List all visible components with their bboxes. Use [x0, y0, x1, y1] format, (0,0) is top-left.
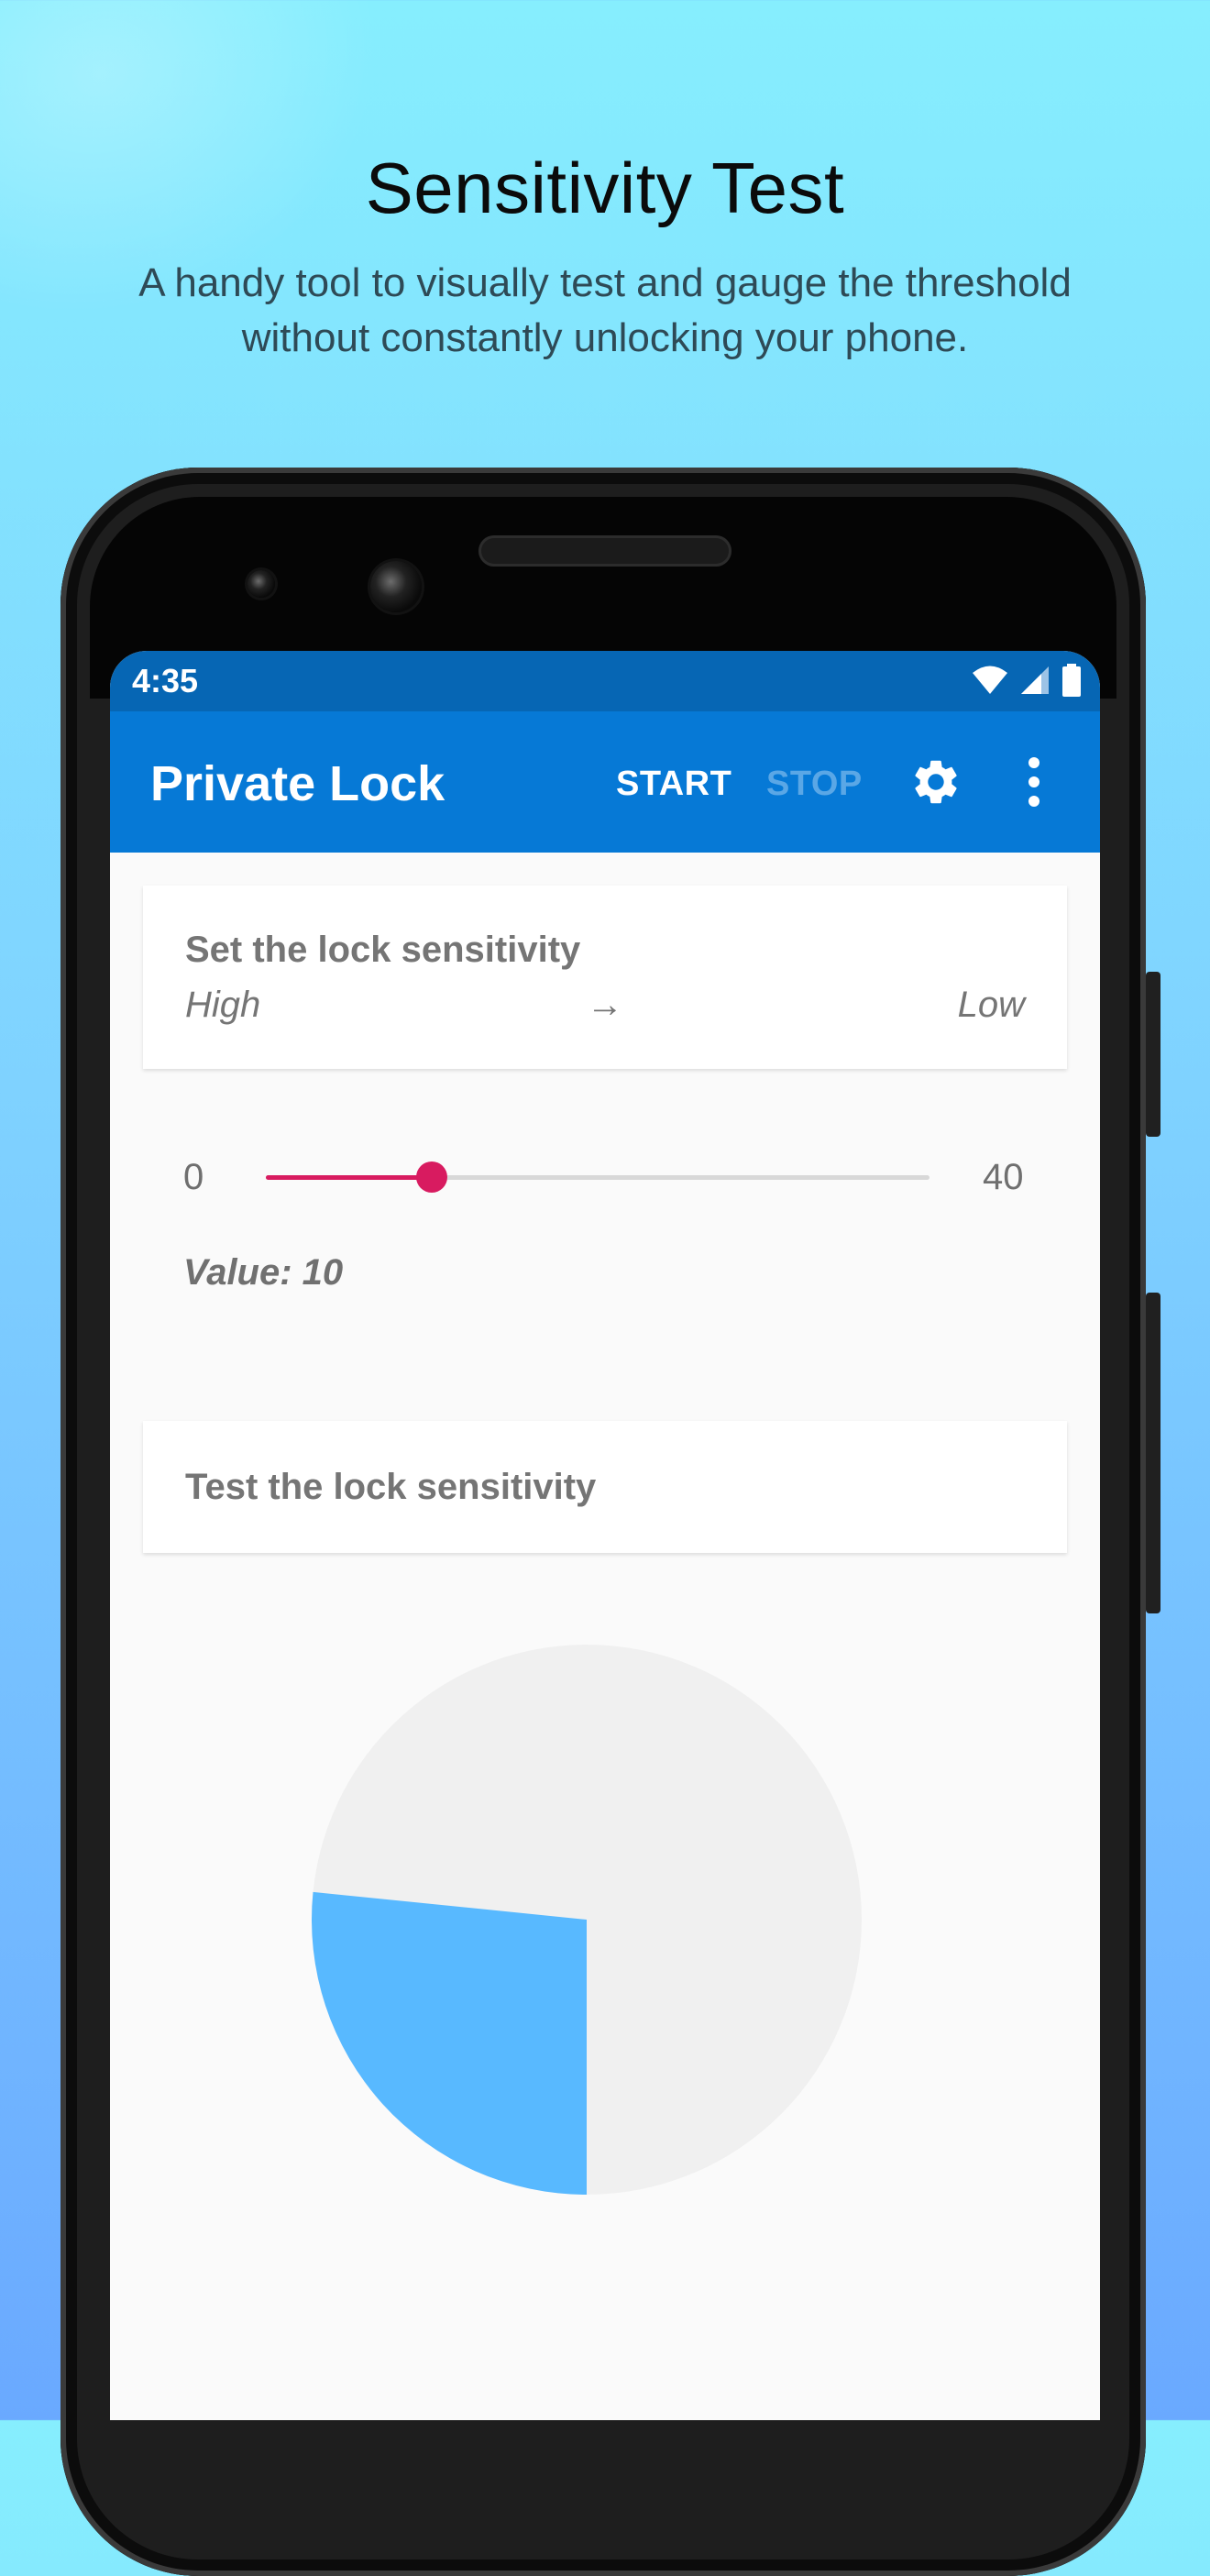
sensitivity-gauge	[312, 1645, 862, 2195]
sensitivity-range-row: High → Low	[185, 985, 1025, 1030]
power-button	[1146, 972, 1160, 1137]
status-time: 4:35	[132, 662, 199, 699]
slider-max-label: 40	[983, 1157, 1024, 1197]
sensitivity-card-title: Set the lock sensitivity	[185, 930, 581, 970]
slider-thumb[interactable]	[416, 1161, 447, 1193]
hero-header: Sensitivity Test A handy tool to visuall…	[0, 147, 1210, 366]
test-card: Test the lock sensitivity	[143, 1421, 1067, 1553]
stop-button[interactable]: STOP	[766, 765, 863, 804]
low-label: Low	[957, 985, 1025, 1025]
sensitivity-slider[interactable]	[266, 1161, 930, 1193]
phone-speaker	[478, 535, 732, 567]
phone-screen: 4:35 Private Lock START STOP Set the loc…	[110, 651, 1100, 2420]
gauge-fill-slice	[312, 1891, 587, 2195]
status-bar: 4:35	[110, 651, 1100, 711]
battery-icon	[1062, 664, 1081, 697]
slider-min-label: 0	[183, 1157, 204, 1197]
start-button[interactable]: START	[616, 765, 732, 804]
volume-button	[1146, 1293, 1160, 1613]
hero-subtitle: A handy tool to visually test and gauge …	[138, 260, 1072, 360]
app-bar: Private Lock START STOP	[110, 711, 1100, 853]
more-vert-icon[interactable]	[1023, 757, 1045, 807]
status-icons	[972, 664, 1082, 697]
app-title: Private Lock	[150, 756, 446, 811]
gear-icon[interactable]	[909, 755, 962, 809]
front-camera	[370, 561, 422, 612]
cellular-signal-icon	[1021, 666, 1049, 694]
sensitivity-card: Set the lock sensitivity High → Low	[143, 886, 1067, 1069]
slider-fill	[266, 1175, 432, 1180]
arrow-right-icon: →	[587, 985, 623, 1025]
hero-title: Sensitivity Test	[365, 148, 845, 228]
wifi-icon	[973, 666, 1007, 694]
test-card-title: Test the lock sensitivity	[185, 1467, 597, 1507]
front-sensor	[248, 570, 275, 598]
slider-value-label: Value: 10	[183, 1252, 344, 1293]
